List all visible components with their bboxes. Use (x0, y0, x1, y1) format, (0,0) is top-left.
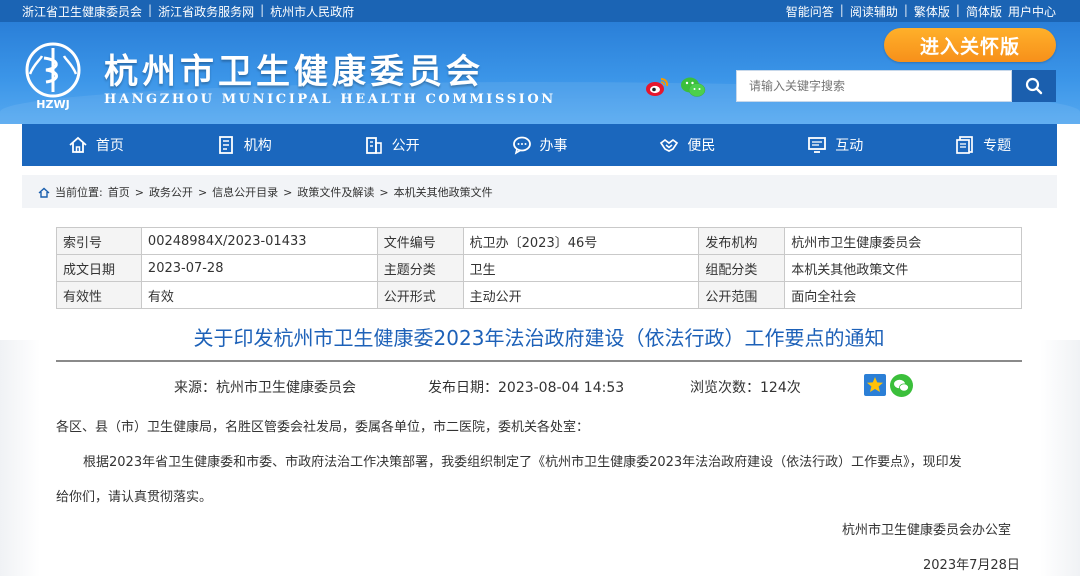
nav-interaction[interactable]: 互动 (761, 124, 909, 166)
meta-label: 索引号 (56, 227, 142, 255)
monitor-icon (808, 137, 827, 153)
link-zj-health[interactable]: 浙江省卫生健康委员会 (22, 3, 142, 20)
link-traditional[interactable]: 繁体版 (914, 3, 950, 20)
meta-value: 2023-07-28 (140, 254, 378, 282)
salutation: 各区、县（市）卫生健康局，名胜区管委会社发局，委属各单位，市二医院，委机关各处室… (56, 420, 590, 435)
meta-label: 文件编号 (376, 227, 464, 255)
meta-value: 杭卫办〔2023〕46号 (462, 227, 700, 255)
link-smart-qa[interactable]: 智能问答 (786, 3, 834, 20)
document-icon (956, 136, 973, 154)
breadcrumb-bar: 当前位置: 首页 > 政务公开 > 信息公开目录 > 政策文件及解读 > 本机关… (22, 175, 1057, 208)
meta-value: 面向全社会 (784, 281, 1022, 309)
meta-label: 组配分类 (698, 254, 786, 282)
breadcrumb: 当前位置: 首页 > 政务公开 > 信息公开目录 > 政策文件及解读 > 本机关… (38, 184, 493, 200)
home-small-icon (38, 187, 50, 198)
breadcrumb-item-other-policy[interactable]: 本机关其他政策文件 (394, 184, 493, 200)
meta-label: 主题分类 (376, 254, 464, 282)
favorite-share-icon[interactable] (864, 374, 886, 396)
article-views: 浏览次数：124次 (690, 380, 801, 396)
meta-value: 杭州市卫生健康委员会 (784, 227, 1022, 255)
meta-value: 有效 (140, 281, 378, 309)
care-mode-button[interactable]: 进入关怀版 (884, 28, 1056, 62)
nav-service[interactable]: 办事 (466, 124, 614, 166)
nav-public-label: 公开 (391, 138, 420, 154)
breadcrumb-item-gov-public[interactable]: 政务公开 (149, 184, 193, 200)
meta-value: 本机关其他政策文件 (784, 254, 1022, 282)
article-source: 来源：杭州市卫生健康委员会 (174, 380, 356, 396)
meta-label: 发布机构 (698, 227, 786, 255)
article-publish-time: 发布日期：2023-08-04 14:53 (428, 380, 625, 396)
nav-home[interactable]: 首页 (22, 124, 170, 166)
link-zj-gov-service[interactable]: 浙江省政务服务网 (158, 3, 254, 20)
meta-value: 卫生 (462, 254, 700, 282)
meta-value: 00248984X/2023-01433 (140, 227, 378, 255)
svg-text:HZWJ: HZWJ (36, 98, 69, 110)
signature: 杭州市卫生健康委员会办公室 (842, 523, 1012, 538)
nav-service-label: 办事 (539, 138, 568, 154)
link-reading-aid[interactable]: 阅读辅助 (850, 3, 898, 20)
nav-convenience-label: 便民 (687, 138, 716, 154)
link-user-center[interactable]: 用户中心 (1008, 3, 1056, 20)
body-paragraph-line: 给你们，请认真贯彻落实。 (56, 490, 213, 505)
home-icon (69, 136, 87, 153)
meta-value: 主动公开 (462, 281, 700, 309)
handshake-icon (660, 138, 679, 152)
meta-label: 有效性 (56, 281, 142, 309)
nav-topics[interactable]: 专题 (909, 124, 1057, 166)
utility-links: 智能问答 | 阅读辅助 | 繁体版 | 简体版 用户中心 (785, 3, 1056, 20)
nav-topics-label: 专题 (983, 138, 1012, 154)
table-row: 成文日期 2023-07-28 主题分类 卫生 组配分类 本机关其他政策文件 (56, 254, 1022, 282)
breadcrumb-item-policy[interactable]: 政策文件及解读 (297, 184, 374, 200)
nav-home-label: 首页 (95, 138, 124, 154)
search-input[interactable] (737, 71, 1011, 101)
wechat-share-icon[interactable] (890, 374, 913, 397)
link-simplified[interactable]: 简体版 (966, 3, 1002, 20)
search-field[interactable] (736, 70, 1012, 102)
link-hz-gov[interactable]: 杭州市人民政府 (270, 3, 354, 20)
wechat-icon[interactable] (680, 76, 706, 98)
site-header: HZWJ 杭州市卫生健康委员会 HANGZHOU MUNICIPAL HEALT… (0, 22, 1080, 124)
nav-public[interactable]: 公开 (318, 124, 466, 166)
table-row: 索引号 00248984X/2023-01433 文件编号 杭卫办〔2023〕4… (56, 227, 1022, 255)
nav-interaction-label: 互动 (835, 138, 864, 154)
breadcrumb-item-catalog[interactable]: 信息公开目录 (212, 184, 278, 200)
building-icon (365, 137, 382, 154)
external-links: 浙江省卫生健康委员会 | 浙江省政务服务网 | 杭州市人民政府 (22, 3, 355, 20)
signature-date: 2023年7月28日 (923, 558, 1020, 573)
site-title: 杭州市卫生健康委员会 (104, 52, 484, 92)
article-title: 关于印发杭州市卫生健康委2023年法治政府建设（依法行政）工作要点的通知 (193, 326, 885, 350)
title-divider (56, 360, 1022, 362)
top-bar: 浙江省卫生健康委员会 | 浙江省政务服务网 | 杭州市人民政府 智能问答 | 阅… (0, 0, 1080, 22)
site-title-english: HANGZHOU MUNICIPAL HEALTH COMMISSION (104, 92, 556, 107)
document-meta-table: 索引号 00248984X/2023-01433 文件编号 杭卫办〔2023〕4… (56, 227, 1022, 309)
table-row: 有效性 有效 公开形式 主动公开 公开范围 面向全社会 (56, 281, 1022, 309)
search-icon (1025, 77, 1043, 95)
nav-convenience[interactable]: 便民 (613, 124, 761, 166)
meta-label: 公开范围 (698, 281, 786, 309)
weibo-icon[interactable] (645, 77, 669, 97)
chat-icon (512, 136, 531, 155)
nav-org-label: 机构 (243, 138, 272, 154)
meta-label: 成文日期 (56, 254, 142, 282)
nav-org[interactable]: 机构 (170, 124, 318, 166)
org-icon (218, 136, 233, 154)
main-nav: 首页 机构 公开 办事 便民 互动 专题 (22, 124, 1057, 166)
breadcrumb-item-home[interactable]: 首页 (108, 184, 130, 200)
body-paragraph-line: 根据2023年省卫生健康委和市委、市政府法治工作决策部署，我委组织制定了《杭州市… (83, 455, 962, 470)
breadcrumb-prefix: 当前位置: (55, 186, 103, 199)
hzwj-logo-icon[interactable]: HZWJ (20, 40, 86, 110)
search-button[interactable] (1012, 70, 1056, 102)
meta-label: 公开形式 (376, 281, 464, 309)
